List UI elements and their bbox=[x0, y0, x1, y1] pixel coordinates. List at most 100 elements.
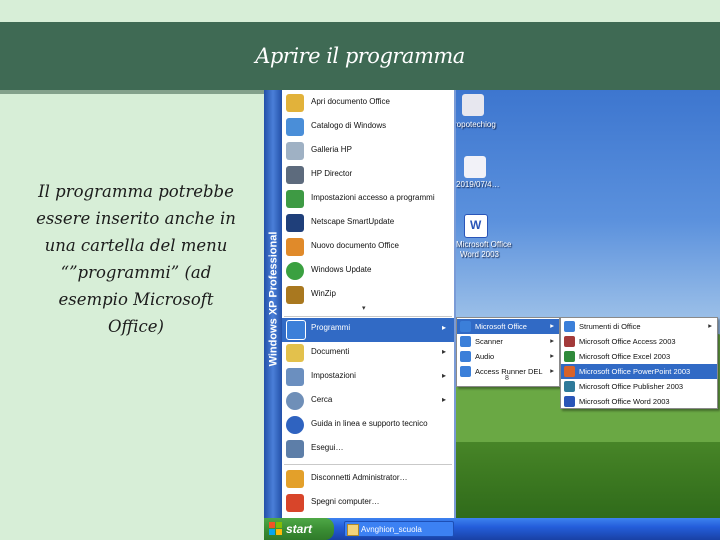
menu-item-label: Disconnetti Administrator… bbox=[311, 473, 408, 482]
start-pinned-item[interactable]: Catalogo di Windows bbox=[282, 116, 454, 140]
start-pinned-item[interactable]: Apri documento Office bbox=[282, 92, 454, 116]
menu-item-documenti[interactable]: Documenti ▸ bbox=[282, 342, 454, 366]
word-icon[interactable]: W bbox=[464, 214, 488, 238]
start-pinned-item[interactable]: Galleria HP bbox=[282, 140, 454, 164]
menu-item-label: Nuovo documento Office bbox=[311, 241, 399, 250]
slide-title: Aprire il programma bbox=[255, 44, 465, 68]
windows-update-icon bbox=[286, 262, 304, 280]
submenu-arrow-icon: ▸ bbox=[441, 347, 446, 356]
submenu-item-label: Microsoft Office PowerPoint 2003 bbox=[579, 367, 691, 376]
submenu-item-label: Microsoft Office Excel 2003 bbox=[579, 352, 671, 361]
folder-icon[interactable] bbox=[462, 94, 484, 116]
word-icon-letter: W bbox=[470, 218, 482, 232]
menu-separator bbox=[284, 464, 452, 465]
menu-item-disconnetti[interactable]: Disconnetti Administrator… bbox=[282, 468, 454, 492]
winzip-icon bbox=[286, 286, 304, 304]
xp-side-strip: Windows XP Professional bbox=[264, 90, 282, 518]
search-icon bbox=[286, 392, 304, 410]
start-pinned-item[interactable]: Nuovo documento Office bbox=[282, 236, 454, 260]
logoff-icon bbox=[286, 470, 304, 488]
folder-icon bbox=[460, 336, 471, 347]
run-icon bbox=[286, 440, 304, 458]
submenu-arrow-icon: ▸ bbox=[550, 336, 554, 345]
menu-item-programmi[interactable]: Programmi ▸ bbox=[282, 318, 454, 342]
submenu-item-label: Microsoft Office Word 2003 bbox=[579, 397, 670, 406]
programs-icon bbox=[286, 320, 306, 340]
submenu-arrow-icon: ▸ bbox=[708, 321, 712, 330]
new-office-doc-icon bbox=[286, 238, 304, 256]
menu-item-label: Cerca bbox=[311, 395, 333, 404]
desktop-icon-label: Word 2003 bbox=[460, 250, 499, 259]
submenu-item-label: Microsoft Office bbox=[475, 322, 527, 331]
menu-item-impostazioni[interactable]: Impostazioni ▸ bbox=[282, 366, 454, 390]
xp-side-label: Windows XP Professional bbox=[267, 231, 280, 367]
submenu-item-label: Scanner bbox=[475, 337, 503, 346]
menu-item-guida[interactable]: Guida in linea e supporto tecnico bbox=[282, 414, 454, 438]
slide-body: Il programma potrebbe essere inserito an… bbox=[18, 178, 254, 340]
desktop-icon-label: ropotechiog bbox=[454, 120, 496, 129]
windows-flag-icon bbox=[269, 522, 282, 535]
publisher-icon bbox=[564, 381, 575, 392]
body-line: Il programma potrebbe bbox=[38, 182, 234, 201]
word-icon bbox=[564, 396, 575, 407]
netscape-icon bbox=[286, 214, 304, 232]
xp-screenshot: ropotechiog 2019/07/4… W Microsoft Offic… bbox=[264, 90, 720, 540]
body-line: una cartella del menu bbox=[44, 236, 228, 255]
menu-item-esegui[interactable]: Esegui… bbox=[282, 438, 454, 462]
windows-catalog-icon bbox=[286, 118, 304, 136]
submenu-item-label: Microsoft Office Access 2003 bbox=[579, 337, 676, 346]
menu-item-spegni[interactable]: Spegni computer… bbox=[282, 492, 454, 516]
folder-icon bbox=[460, 321, 471, 332]
menu-item-label: Windows Update bbox=[311, 265, 372, 274]
submenu-item-microsoft-office[interactable]: Microsoft Office ▸ bbox=[457, 319, 559, 334]
document-icon[interactable] bbox=[464, 156, 486, 178]
folder-icon bbox=[460, 351, 471, 362]
documents-icon bbox=[286, 344, 304, 362]
menu-item-label: Catalogo di Windows bbox=[311, 121, 387, 130]
menu-item-cerca[interactable]: Cerca ▸ bbox=[282, 390, 454, 414]
menu-item-label: Guida in linea e supporto tecnico bbox=[311, 419, 428, 428]
expand-more-icon[interactable]: ▾ bbox=[362, 304, 366, 312]
body-line: Office) bbox=[108, 317, 164, 336]
office-submenu: Strumenti di Office ▸ Microsoft Office A… bbox=[560, 317, 718, 409]
body-line: esempio Microsoft bbox=[58, 290, 214, 309]
menu-separator bbox=[284, 316, 452, 317]
submenu-item-powerpoint[interactable]: Microsoft Office PowerPoint 2003 bbox=[561, 364, 717, 379]
submenu-item-label: Audio bbox=[475, 352, 495, 361]
menu-item-label: WinZip bbox=[311, 289, 336, 298]
menu-item-label: Spegni computer… bbox=[311, 497, 380, 506]
start-pinned-item[interactable]: Impostazioni accesso a programmi bbox=[282, 188, 454, 212]
submenu-item-excel[interactable]: Microsoft Office Excel 2003 bbox=[561, 349, 717, 364]
start-pinned-item[interactable]: Windows Update bbox=[282, 260, 454, 284]
shutdown-icon bbox=[286, 494, 304, 512]
program-access-icon bbox=[286, 190, 304, 208]
submenu-item-publisher[interactable]: Microsoft Office Publisher 2003 bbox=[561, 379, 717, 394]
desktop-icon-label: 2019/07/4… bbox=[456, 180, 500, 189]
menu-item-label: HP Director bbox=[311, 169, 353, 178]
submenu-item-access[interactable]: Microsoft Office Access 2003 bbox=[561, 334, 717, 349]
submenu-arrow-icon: ▸ bbox=[550, 351, 554, 360]
submenu-arrow-icon: ▸ bbox=[441, 371, 446, 380]
access-icon bbox=[564, 336, 575, 347]
menu-item-label: Documenti bbox=[311, 347, 350, 356]
menu-item-label: Netscape SmartUpdate bbox=[311, 217, 395, 226]
submenu-item-label: Microsoft Office Publisher 2003 bbox=[579, 382, 684, 391]
start-pinned-item[interactable]: WinZip bbox=[282, 284, 454, 308]
submenu-arrow-icon: ▸ bbox=[550, 366, 554, 375]
expand-more-icon[interactable]: 8 bbox=[505, 375, 509, 382]
folder-icon bbox=[347, 524, 359, 536]
taskbar-window-button[interactable]: Avnghion_scuola bbox=[344, 521, 454, 537]
submenu-item-audio[interactable]: Audio ▸ bbox=[457, 349, 559, 364]
folder-icon bbox=[460, 366, 471, 377]
hp-gallery-icon bbox=[286, 142, 304, 160]
desktop-icon-label: Microsoft Office bbox=[456, 240, 512, 249]
start-pinned-item[interactable]: HP Director bbox=[282, 164, 454, 188]
submenu-arrow-icon: ▸ bbox=[550, 321, 554, 330]
submenu-item-word[interactable]: Microsoft Office Word 2003 bbox=[561, 394, 717, 409]
powerpoint-icon bbox=[564, 366, 575, 377]
start-pinned-item[interactable]: Netscape SmartUpdate bbox=[282, 212, 454, 236]
submenu-item-office-tools[interactable]: Strumenti di Office ▸ bbox=[561, 319, 717, 334]
programs-submenu: Microsoft Office ▸ Scanner ▸ Audio ▸ Acc… bbox=[456, 317, 560, 387]
excel-icon bbox=[564, 351, 575, 362]
submenu-item-scanner[interactable]: Scanner ▸ bbox=[457, 334, 559, 349]
